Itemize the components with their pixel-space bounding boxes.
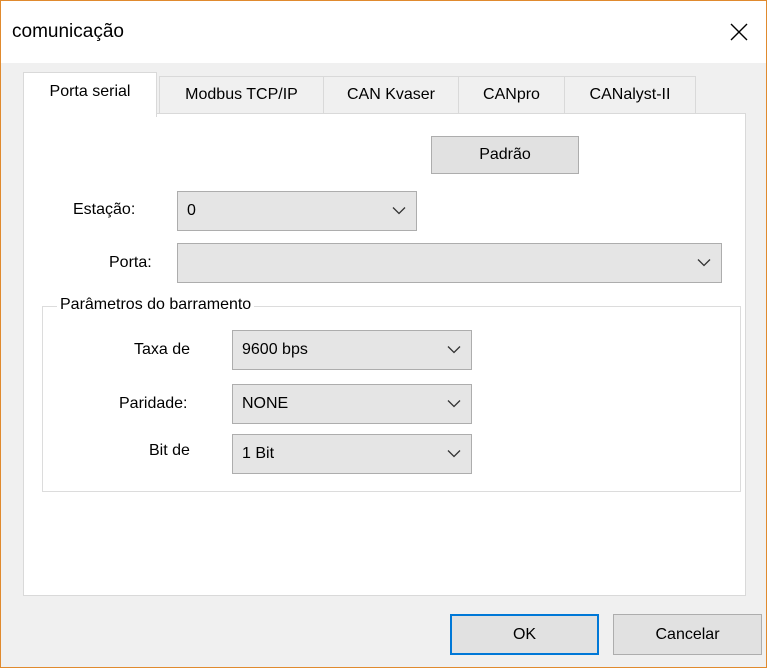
station-select[interactable]: 0 [177, 191, 417, 231]
stopbits-value: 1 Bit [242, 445, 275, 462]
bus-params-title: Parâmetros do barramento [57, 296, 255, 314]
close-icon [730, 23, 748, 41]
ok-button[interactable]: OK [450, 614, 599, 655]
tab-label: CAN Kvaser [346, 86, 436, 103]
parity-value: NONE [242, 395, 289, 412]
title-bar: comunicação [1, 1, 766, 63]
chevron-down-icon [447, 400, 461, 408]
port-select[interactable] [177, 243, 722, 283]
default-button[interactable]: Padrão [431, 136, 579, 174]
tab-canalyst-ii[interactable]: CANalyst-II [564, 76, 696, 113]
tab-porta-serial[interactable]: Porta serial [23, 72, 157, 117]
tab-label: CANpro [483, 86, 540, 103]
close-button[interactable] [712, 1, 766, 63]
tab-label: Porta serial [49, 83, 131, 100]
tab-label: Modbus TCP/IP [185, 86, 298, 103]
port-label: Porta: [109, 254, 152, 271]
chevron-down-icon [447, 450, 461, 458]
baud-label: Taxa de [134, 341, 191, 358]
tab-label: CANalyst-II [589, 86, 671, 103]
dialog-window: comunicação Porta serial Modbus TCP/IP C… [0, 0, 767, 668]
chevron-down-icon [392, 207, 406, 215]
stopbits-select[interactable]: 1 Bit [232, 434, 472, 474]
window-title: comunicação [12, 21, 124, 42]
station-label: Estação: [73, 201, 136, 218]
station-value: 0 [187, 202, 196, 219]
chevron-down-icon [697, 259, 711, 267]
tab-can-kvaser[interactable]: CAN Kvaser [323, 76, 459, 113]
baud-value: 9600 bps [242, 341, 308, 358]
cancel-button[interactable]: Cancelar [613, 614, 762, 655]
parity-select[interactable]: NONE [232, 384, 472, 424]
chevron-down-icon [447, 346, 461, 354]
tab-canpro[interactable]: CANpro [458, 76, 565, 113]
tab-modbus-tcp-ip[interactable]: Modbus TCP/IP [159, 76, 324, 113]
parity-label: Paridade: [119, 395, 188, 412]
baud-select[interactable]: 9600 bps [232, 330, 472, 370]
stopbits-label: Bit de [149, 442, 190, 459]
